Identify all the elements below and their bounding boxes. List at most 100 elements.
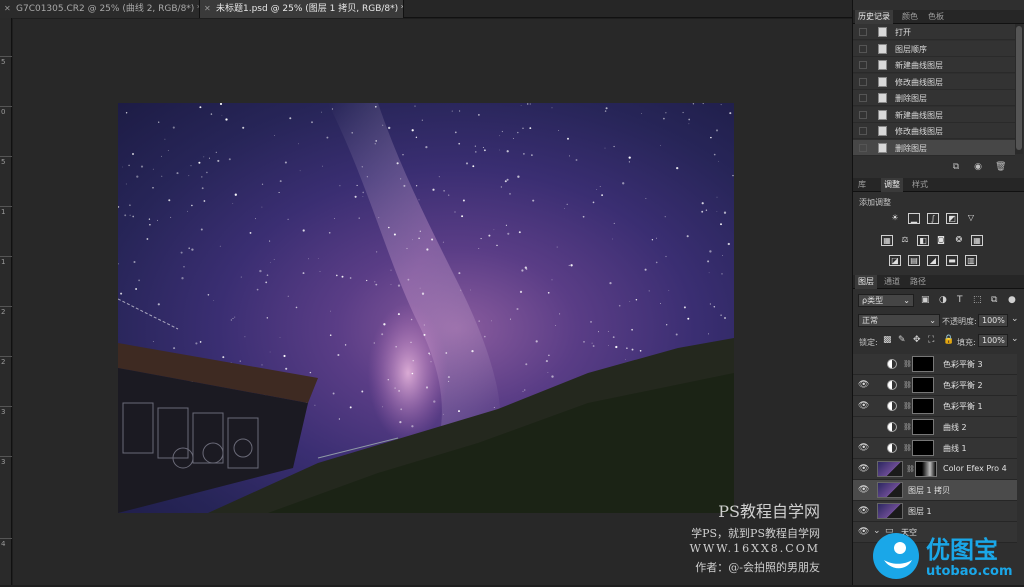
layer-row[interactable]: ⛓ 色彩平衡 3 — [853, 354, 1017, 375]
hue-saturation-icon[interactable]: ▦ — [881, 235, 893, 246]
layer-row[interactable]: 👁 图层 1 — [853, 501, 1017, 522]
channel-mixer-icon[interactable]: ❂ — [953, 235, 965, 246]
filter-type-icon[interactable]: T — [957, 295, 963, 305]
history-item[interactable]: 修改曲线图层 — [853, 123, 1015, 139]
eye-icon[interactable]: 👁 — [858, 485, 869, 495]
layer-mask-thumbnail[interactable] — [912, 377, 934, 393]
eye-icon[interactable]: 👁 — [858, 506, 869, 516]
history-checkbox[interactable] — [859, 44, 867, 53]
tab-paths[interactable]: 路径 — [907, 275, 929, 289]
history-item[interactable]: 修改曲线图层 — [853, 73, 1015, 90]
link-icon[interactable]: ⛓ — [903, 423, 912, 431]
milky-way-photo[interactable] — [118, 103, 734, 513]
filter-pixel-icon[interactable]: ▣ — [921, 295, 930, 305]
levels-icon[interactable]: ▁ — [908, 213, 920, 224]
layer-row[interactable]: ⛓ 曲线 2 — [853, 417, 1017, 438]
history-checkbox[interactable] — [859, 28, 867, 36]
selective-color-icon[interactable]: ▬ — [946, 255, 958, 266]
color-balance-icon[interactable]: ⚖ — [899, 235, 911, 246]
history-checkbox[interactable] — [859, 110, 867, 119]
gradient-map-icon[interactable]: ▥ — [965, 255, 977, 266]
filter-adjust-icon[interactable]: ◑ — [939, 295, 947, 305]
eye-icon[interactable]: 👁 — [858, 443, 869, 453]
fill-input[interactable]: 100% — [978, 334, 1008, 347]
vibrance-icon[interactable]: ▽ — [965, 213, 977, 224]
history-checkbox[interactable] — [859, 94, 867, 102]
tab-libraries[interactable]: 库 — [855, 178, 869, 192]
tab-history[interactable]: 历史记录 — [855, 10, 893, 24]
layer-row[interactable]: 👁 ⛓ 色彩平衡 2 — [853, 375, 1017, 396]
history-item[interactable]: 删除图层 — [853, 139, 1015, 156]
history-item[interactable]: 打开 — [853, 24, 1015, 40]
eye-icon[interactable]: 👁 — [858, 380, 869, 390]
link-icon[interactable]: ⛓ — [903, 360, 912, 368]
star — [362, 196, 364, 197]
color-lookup-icon[interactable]: ▦ — [971, 235, 983, 246]
lock-all-icon[interactable]: 🔒 — [943, 335, 954, 345]
layer-mask-thumbnail[interactable] — [915, 461, 937, 477]
layer-row[interactable]: 👁 ⛓ 色彩平衡 1 — [853, 396, 1017, 417]
lock-transparent-icon[interactable]: ▩ — [883, 335, 892, 345]
tab-channels[interactable]: 通道 — [881, 275, 903, 289]
history-item[interactable]: 新建曲线图层 — [853, 57, 1015, 73]
history-item[interactable]: 图层顺序 — [853, 40, 1015, 57]
blend-mode-select[interactable]: 正常 ⌄ — [858, 314, 940, 327]
layer-row[interactable]: 👁 图层 1 拷贝 — [853, 480, 1017, 501]
tab-swatches[interactable]: 色板 — [925, 10, 947, 24]
layer-mask-thumbnail[interactable] — [912, 356, 934, 372]
link-icon[interactable]: ⛓ — [906, 465, 915, 473]
camera-icon[interactable]: ◉ — [973, 162, 983, 172]
photo-filter-icon[interactable]: ◙ — [935, 235, 947, 246]
history-checkbox[interactable] — [859, 61, 867, 69]
layer-mask-thumbnail[interactable] — [912, 440, 934, 456]
star — [195, 342, 198, 345]
layer-row[interactable]: 👁 ⛓ Color Efex Pro 4 — [853, 459, 1017, 480]
history-scrollbar[interactable] — [1015, 24, 1023, 154]
lock-move-icon[interactable]: ✥ — [913, 335, 921, 345]
watermark-author: 作者：@-会拍照的男朋友 — [695, 561, 820, 574]
tab-layers[interactable]: 图层 — [855, 275, 877, 289]
posterize-icon[interactable]: ▤ — [908, 255, 920, 266]
invert-icon[interactable]: ◪ — [889, 255, 901, 266]
link-icon[interactable]: ⛓ — [903, 381, 912, 389]
chevron-down-icon[interactable]: ⌄ — [1011, 334, 1019, 344]
black-white-icon[interactable]: ◧ — [917, 235, 929, 246]
history-item[interactable]: 删除图层 — [853, 90, 1015, 106]
brightness-icon[interactable]: ☀ — [889, 213, 901, 224]
threshold-icon[interactable]: ◢ — [927, 255, 939, 266]
layer-mask-thumbnail[interactable] — [912, 419, 934, 435]
filter-toggle-icon[interactable]: ● — [1008, 295, 1016, 305]
star — [319, 271, 321, 272]
layer-filter-select[interactable]: ρ类型 ⌄ — [858, 294, 914, 307]
lock-brush-icon[interactable]: ✎ — [898, 335, 906, 345]
eye-icon[interactable]: 👁 — [858, 401, 869, 411]
layer-thumbnail[interactable] — [877, 482, 903, 498]
trash-icon[interactable]: 🗑 — [995, 162, 1006, 172]
layer-thumbnail[interactable] — [877, 503, 903, 519]
layer-row[interactable]: 👁 ⛓ 曲线 1 — [853, 438, 1017, 459]
layer-mask-thumbnail[interactable] — [912, 398, 934, 414]
eye-icon[interactable]: 👁 — [858, 464, 869, 474]
doc-tab-raw[interactable]: ✕ G7C01305.CR2 @ 25% (曲线 2, RGB/8*) * — [0, 0, 200, 18]
filter-smart-icon[interactable]: ⧉ — [991, 295, 997, 305]
opacity-input[interactable]: 100% — [978, 314, 1008, 327]
layer-thumbnail[interactable] — [877, 461, 903, 477]
filter-shape-icon[interactable]: ⬚ — [973, 295, 982, 305]
link-icon[interactable]: ⛓ — [903, 402, 912, 410]
history-checkbox[interactable] — [859, 127, 867, 135]
chevron-down-icon[interactable]: ⌄ — [1011, 314, 1019, 324]
history-item[interactable]: 新建曲线图层 — [853, 106, 1015, 123]
link-icon[interactable]: ⛓ — [903, 444, 912, 452]
close-icon[interactable]: ✕ — [204, 0, 211, 18]
curves-icon[interactable]: ∫ — [927, 213, 939, 224]
doc-tab-psd[interactable]: ✕ 未标题1.psd @ 25% (图层 1 拷贝, RGB/8*) * — [200, 0, 404, 18]
tab-color[interactable]: 颜色 — [899, 10, 921, 24]
tab-adjustments[interactable]: 调整 — [881, 178, 903, 192]
lock-artboard-icon[interactable]: ⛶ — [928, 335, 934, 345]
history-checkbox[interactable] — [859, 77, 867, 86]
exposure-icon[interactable]: ◩ — [946, 213, 958, 224]
new-snapshot-icon[interactable]: ⧉ — [951, 162, 961, 172]
history-checkbox[interactable] — [859, 143, 867, 152]
tab-styles[interactable]: 样式 — [909, 178, 931, 192]
close-icon[interactable]: ✕ — [4, 0, 11, 18]
